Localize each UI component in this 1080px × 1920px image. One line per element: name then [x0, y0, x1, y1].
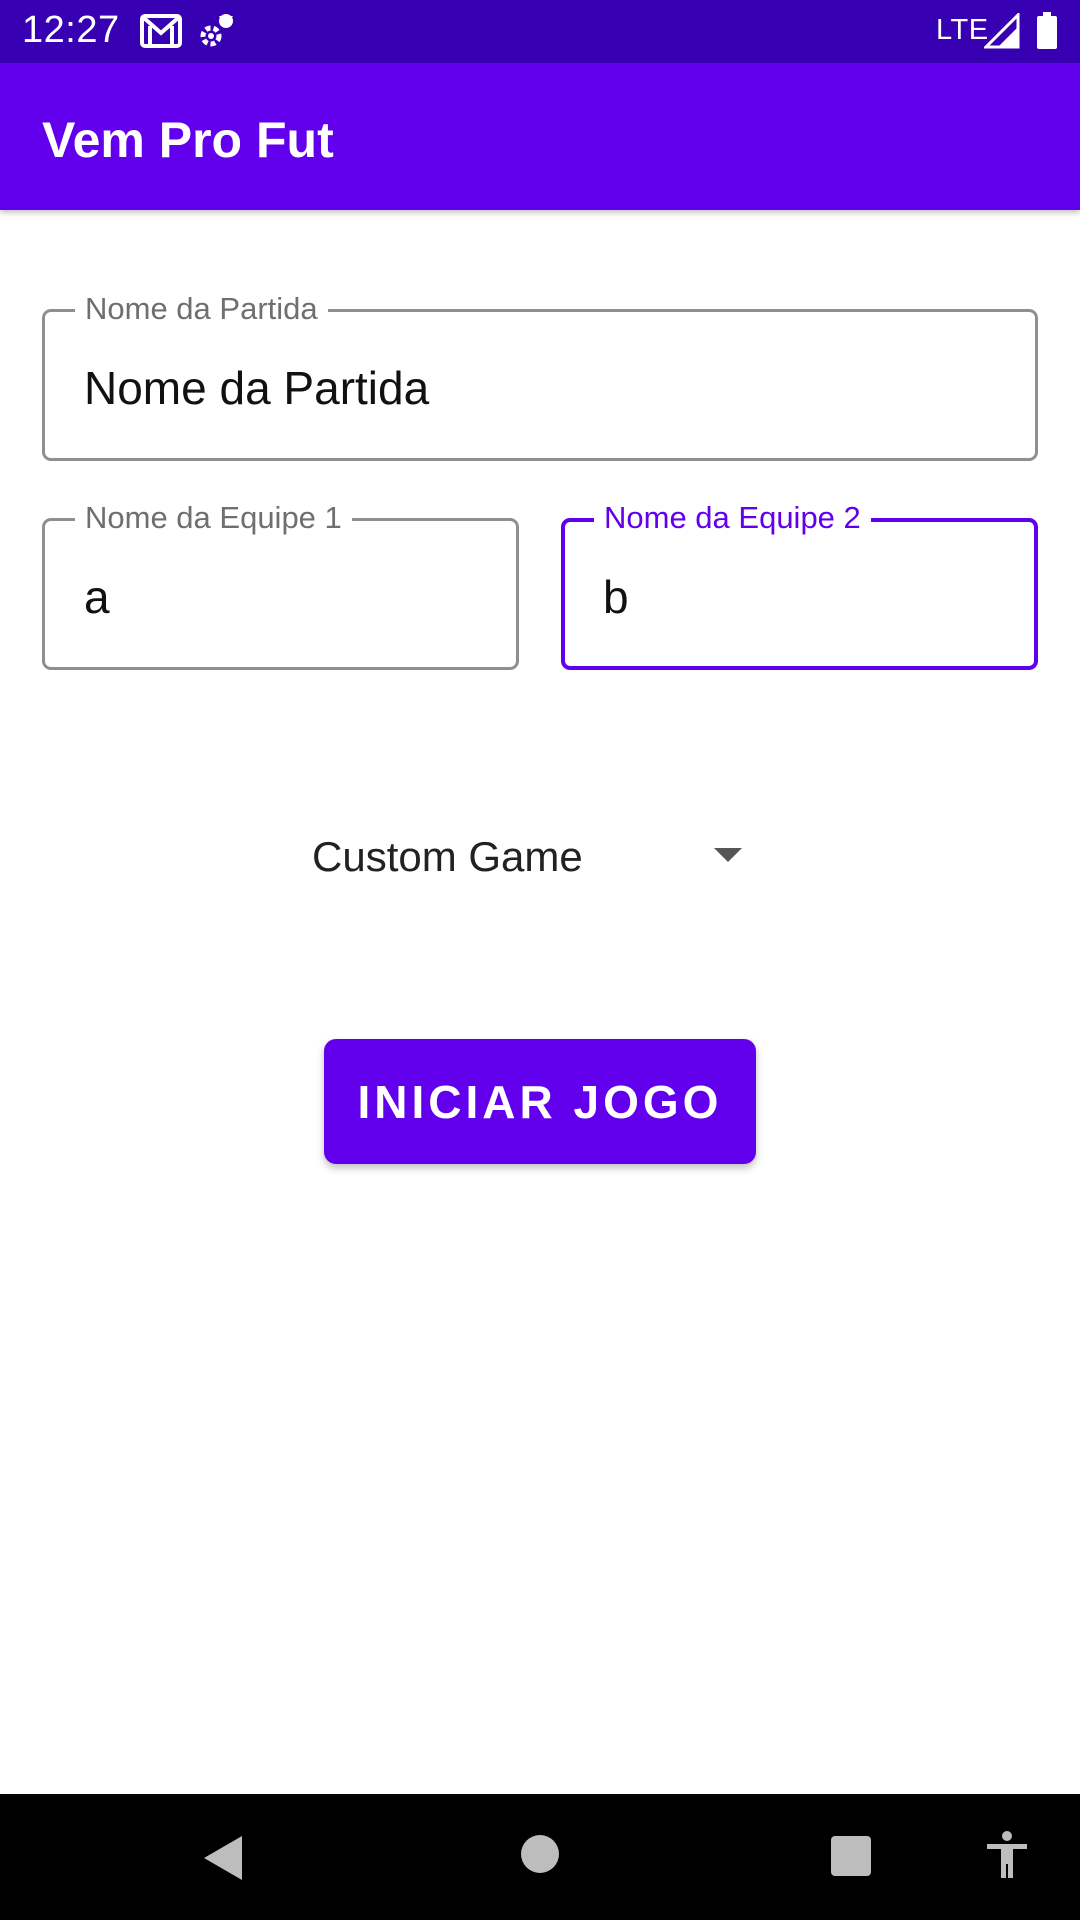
- match-name-field[interactable]: Nome da Partida: [42, 290, 1038, 461]
- game-mode-selected: Custom Game: [312, 833, 583, 880]
- signal-icon: [982, 11, 1020, 54]
- team2-name-input[interactable]: [603, 569, 994, 625]
- team1-name-label: Nome da Equipe 1: [75, 499, 352, 537]
- back-icon[interactable]: [202, 1834, 246, 1887]
- accessibility-icon[interactable]: [984, 1830, 1030, 1885]
- navigation-bar: [0, 1794, 1080, 1920]
- status-bar: 12:27 LTE: [0, 0, 1080, 63]
- sync-icon: [199, 12, 237, 53]
- match-name-input[interactable]: [84, 360, 996, 416]
- status-time: 12:27: [22, 9, 120, 51]
- battery-icon: [1036, 12, 1058, 55]
- recents-icon[interactable]: [830, 1835, 872, 1882]
- team1-name-input[interactable]: [84, 569, 477, 625]
- network-type: LTE: [936, 14, 989, 46]
- home-icon[interactable]: [517, 1831, 563, 1882]
- team2-name-field[interactable]: Nome da Equipe 2: [561, 499, 1038, 670]
- dropdown-arrow-icon: [714, 848, 742, 862]
- team1-name-field[interactable]: Nome da Equipe 1: [42, 499, 519, 670]
- team2-name-label: Nome da Equipe 2: [594, 499, 871, 537]
- gmail-icon: [140, 14, 182, 53]
- start-game-button[interactable]: INICIAR JOGO: [324, 1039, 756, 1164]
- match-name-label: Nome da Partida: [75, 290, 328, 328]
- game-mode-dropdown[interactable]: Custom Game: [296, 820, 756, 892]
- app-bar: Vem Pro Fut: [0, 63, 1080, 210]
- app-title: Vem Pro Fut: [42, 112, 334, 168]
